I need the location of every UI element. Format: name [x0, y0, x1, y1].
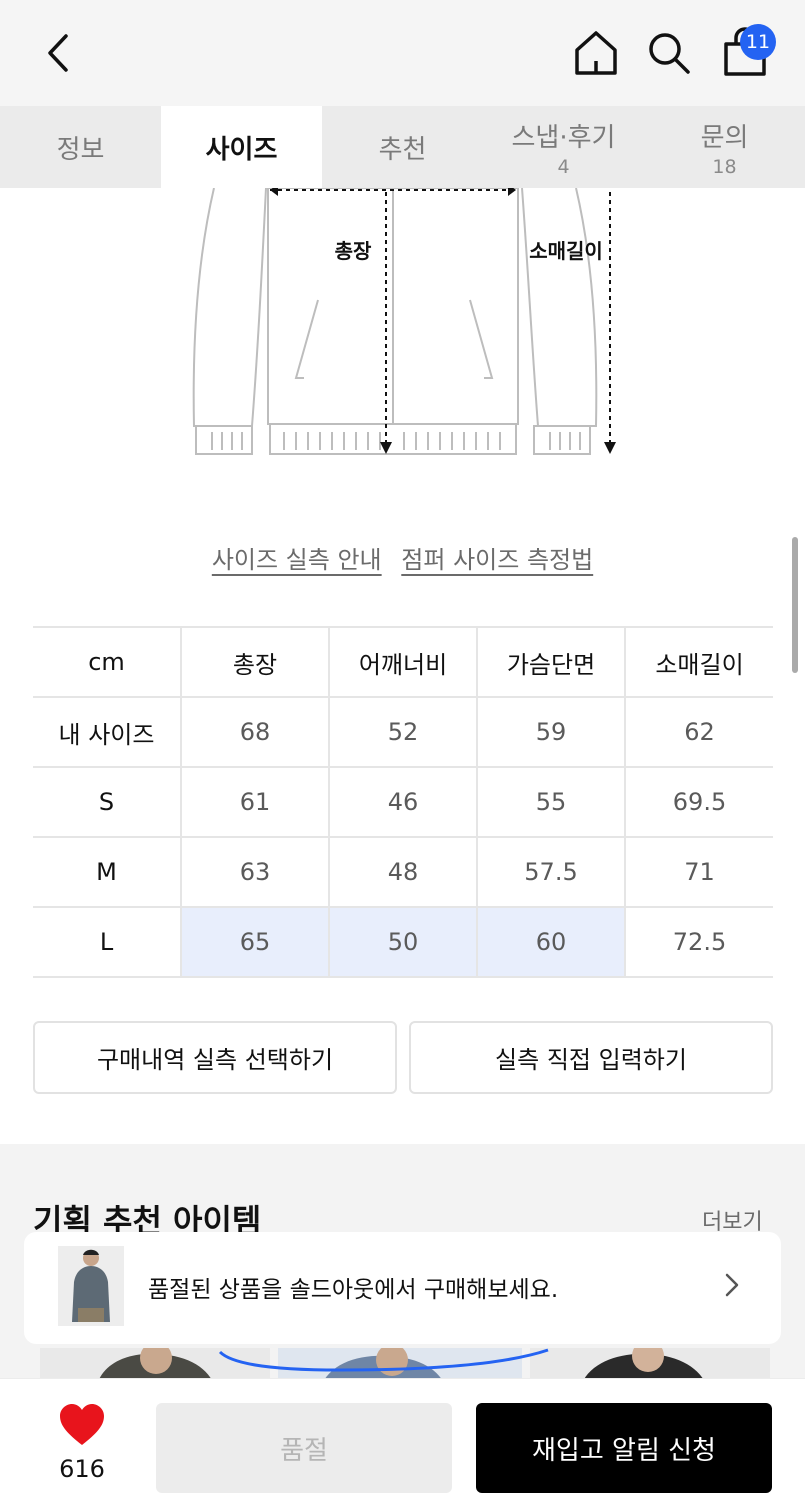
tab-label: 추천 [378, 134, 427, 165]
bottom-action-bar: 616 품절 재입고 알림 신청 [0, 1378, 805, 1500]
search-icon[interactable] [646, 30, 692, 76]
tab-count: 4 [557, 155, 570, 178]
table-header-cell: 총장 [181, 626, 330, 698]
like-count: 616 [59, 1455, 105, 1483]
table-cell: 63 [181, 836, 330, 908]
table-row: M 63 48 57.5 71 [33, 836, 773, 908]
measure-method-link[interactable]: 점퍼 사이즈 측정법 [401, 546, 593, 574]
table-row: 내 사이즈 68 52 59 62 [33, 696, 773, 768]
table-cell: 61 [181, 766, 330, 838]
tab-label: 정보 [56, 134, 105, 165]
tab-info[interactable]: 정보 [0, 106, 161, 188]
soldout-banner[interactable]: 품절된 상품을 솔드아웃에서 구매해보세요. [24, 1232, 781, 1344]
product-tabs: 정보 사이즈 추천 스냅·후기 4 문의 18 [0, 106, 805, 188]
tab-recommend[interactable]: 추천 [322, 106, 483, 188]
back-arrow-icon[interactable] [38, 30, 82, 76]
size-guide-links: 사이즈 실측 안내 점퍼 사이즈 측정법 [0, 540, 805, 575]
product-size-page: 11 정보 사이즈 추천 스냅·후기 4 문의 18 총장 소매길이 사이즈 실… [0, 0, 805, 1500]
tab-count: 18 [712, 155, 737, 178]
tab-snap-review[interactable]: 스냅·후기 4 [483, 106, 644, 188]
restock-notify-button[interactable]: 재입고 알림 신청 [476, 1403, 772, 1493]
tab-inquiry[interactable]: 문의 18 [644, 106, 805, 188]
table-cell-highlighted: 65 [181, 906, 330, 978]
banner-message: 품절된 상품을 솔드아웃에서 구매해보세요. [148, 1277, 559, 1303]
table-header-row: cm 총장 어깨너비 가슴단면 소매길이 [33, 626, 773, 698]
sleeve-length-label: 소매길이 [529, 239, 603, 263]
table-cell: 69.5 [625, 766, 773, 838]
table-row: S 61 46 55 69.5 [33, 766, 773, 838]
chevron-right-icon [725, 1273, 739, 1297]
table-row-label: M [33, 836, 182, 908]
table-cell-highlighted: 50 [329, 906, 478, 978]
size-guide-link[interactable]: 사이즈 실측 안내 [212, 546, 382, 574]
length-label: 총장 [335, 239, 372, 263]
table-cell: 62 [625, 696, 773, 768]
tab-label: 스냅·후기 [511, 122, 616, 153]
table-cell: 57.5 [477, 836, 626, 908]
tab-label: 사이즈 [205, 134, 278, 165]
cart-count-badge: 11 [740, 24, 776, 60]
scrollbar[interactable] [792, 537, 798, 673]
table-cell: 52 [329, 696, 478, 768]
home-icon[interactable] [572, 28, 620, 78]
table-header-cell: 어깨너비 [329, 626, 478, 698]
product-thumbnail [58, 1246, 124, 1326]
table-cell: 55 [477, 766, 626, 838]
table-cell: 59 [477, 696, 626, 768]
size-table: cm 총장 어깨너비 가슴단면 소매길이 내 사이즈 68 52 59 62 S… [33, 626, 773, 978]
table-row-label: L [33, 906, 182, 978]
soldout-button: 품절 [156, 1403, 452, 1493]
table-cell: 68 [181, 696, 330, 768]
tab-size[interactable]: 사이즈 [161, 106, 322, 188]
table-row: L 65 50 60 72.5 [33, 906, 773, 978]
table-cell: 72.5 [625, 906, 773, 978]
table-cell: 46 [329, 766, 478, 838]
top-navigation-bar: 11 [0, 0, 805, 106]
heart-icon[interactable] [58, 1403, 106, 1447]
table-row-label: 내 사이즈 [33, 696, 182, 768]
select-purchase-history-button[interactable]: 구매내역 실측 선택하기 [33, 1021, 397, 1094]
table-header-cell: 소매길이 [625, 626, 773, 698]
table-cell: 71 [625, 836, 773, 908]
table-row-label: S [33, 766, 182, 838]
table-cell-highlighted: 60 [477, 906, 626, 978]
table-header-cell: cm [33, 626, 182, 698]
manual-measure-input-button[interactable]: 실측 직접 입력하기 [409, 1021, 773, 1094]
table-cell: 48 [329, 836, 478, 908]
tab-label: 문의 [700, 122, 749, 153]
jacket-measurement-diagram: 총장 소매길이 [192, 188, 616, 455]
table-header-cell: 가슴단면 [477, 626, 626, 698]
